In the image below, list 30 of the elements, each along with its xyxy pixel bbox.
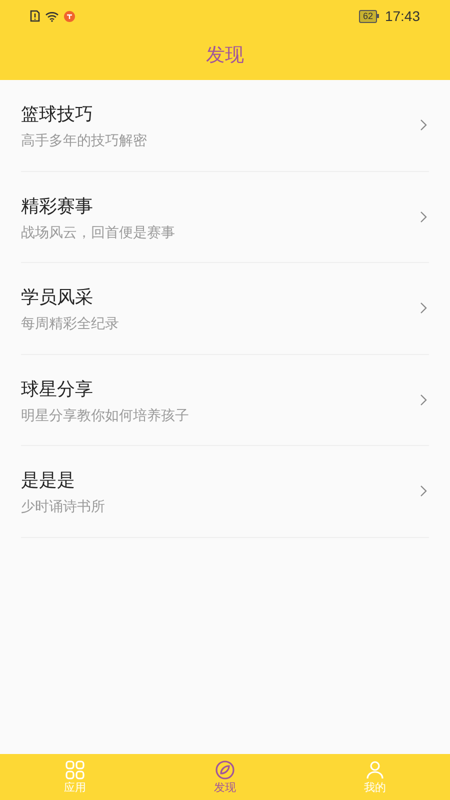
list-item[interactable]: 学员风采 每周精彩全纪录 [21,263,429,354]
status-time: 17:43 [384,6,420,26]
chevron-right-icon [420,394,427,406]
grid-icon [65,760,85,780]
item-title: 是是是 [21,469,76,492]
item-title: 球星分享 [21,378,94,401]
item-subtitle: 明星分享教你如何培养孩子 [21,406,190,425]
battery-indicator: 62 [358,10,377,22]
chevron-right-icon [420,119,427,132]
item-subtitle: 每周精彩全纪录 [21,314,120,334]
list-item[interactable]: 篮球技巧 高手多年的技巧解密 [21,80,429,172]
list-item[interactable]: 是是是 少时诵诗书所 [21,446,429,538]
person-icon [365,760,385,780]
nav-tab[interactable]: 发现 [150,754,300,800]
notification-icon [64,10,75,22]
wifi-icon [45,10,59,22]
item-subtitle: 少时诵诗书所 [21,497,106,516]
sim-alert-icon [30,10,40,22]
item-title: 篮球技巧 [21,103,94,126]
chevron-right-icon [420,210,427,223]
compass-icon [215,760,235,780]
item-title: 学员风采 [21,286,94,310]
item-subtitle: 高手多年的技巧解密 [21,131,148,150]
list-item[interactable]: 精彩赛事 战场风云，回首便是赛事 [21,172,429,263]
item-title: 精彩赛事 [21,194,94,218]
chevron-right-icon [420,302,427,314]
list-item[interactable]: 球星分享 明星分享教你如何培养孩子 [21,354,429,446]
item-subtitle: 战场风云，回首便是赛事 [21,222,176,242]
chevron-right-icon [420,485,427,498]
page-title: 发现 [206,44,244,68]
